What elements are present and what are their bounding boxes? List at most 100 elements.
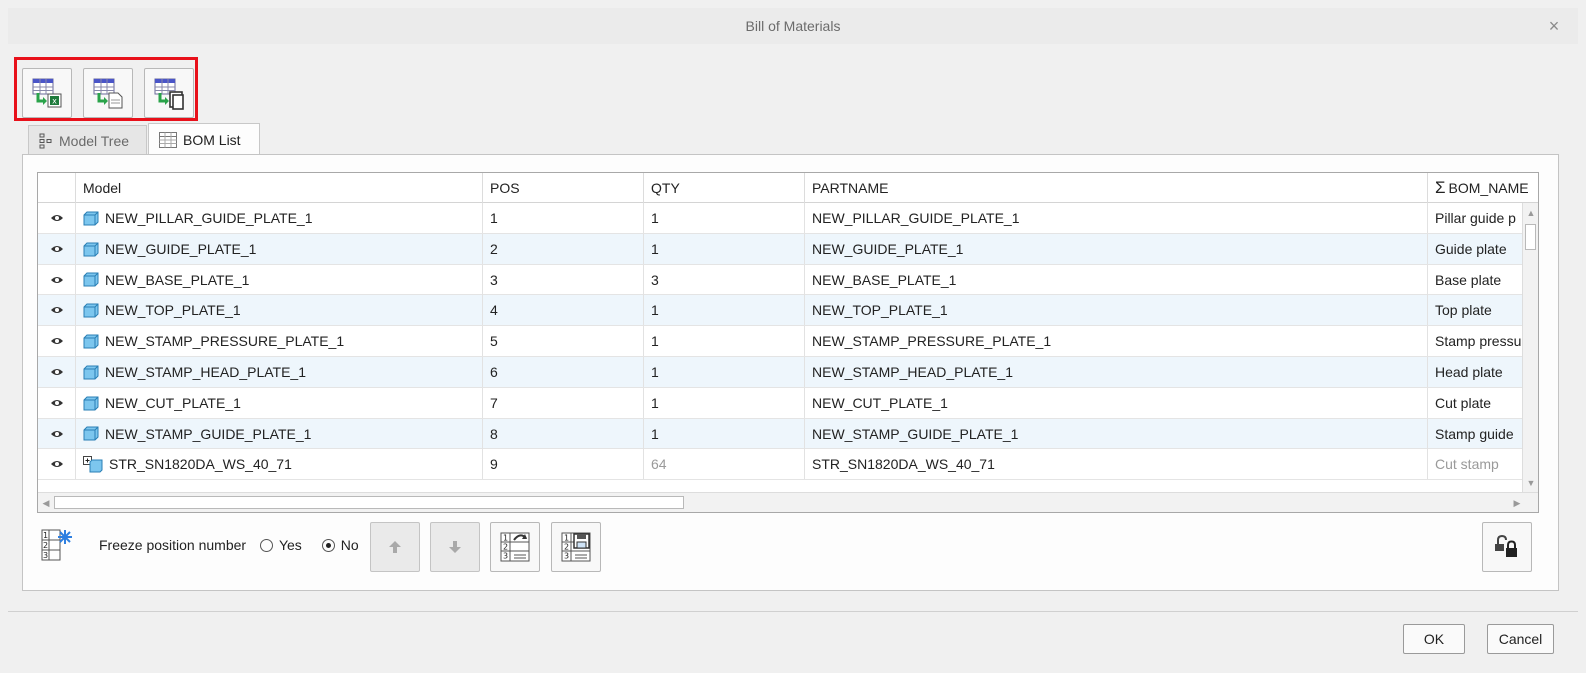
footer-separator [8, 611, 1578, 612]
eye-icon[interactable] [38, 295, 76, 326]
table-row[interactable]: NEW_STAMP_GUIDE_PLATE_1 8 1 NEW_STAMP_GU… [38, 418, 1524, 450]
cancel-button[interactable]: Cancel [1487, 624, 1554, 654]
qty-value: 1 [644, 356, 805, 387]
eye-icon[interactable] [38, 387, 76, 418]
table-row[interactable]: NEW_PILLAR_GUIDE_PLATE_1 1 1 NEW_PILLAR_… [38, 203, 1524, 234]
vertical-scroll-thumb[interactable] [1525, 224, 1536, 250]
ok-button[interactable]: OK [1403, 624, 1465, 654]
qty-value: 64 [644, 449, 805, 480]
partname-value: NEW_CUT_PLATE_1 [805, 387, 1428, 418]
scroll-up-icon[interactable]: ▲ [1523, 205, 1538, 221]
unlock-icon [1495, 534, 1517, 557]
column-header-bom-name[interactable]: Σ BOM_NAME [1428, 173, 1538, 203]
pos-value: 8 [483, 418, 644, 449]
eye-icon[interactable] [38, 203, 76, 233]
eye-icon[interactable] [38, 326, 76, 357]
part-icon [83, 272, 99, 287]
column-header-pos[interactable]: POS [483, 173, 644, 203]
svg-text:3: 3 [43, 551, 48, 560]
eye-icon[interactable] [38, 449, 76, 480]
part-icon [83, 365, 99, 380]
table-row[interactable]: STR_SN1820DA_WS_40_71 9 64 STR_SN1820DA_… [38, 449, 1524, 481]
eye-icon[interactable] [38, 356, 76, 387]
pos-value: 1 [483, 203, 644, 233]
export-excel-button[interactable]: x [22, 68, 72, 118]
table-row[interactable]: NEW_TOP_PLATE_1 4 1 NEW_TOP_PLATE_1 Top … [38, 295, 1524, 327]
svg-text:2: 2 [43, 541, 48, 550]
svg-text:1: 1 [564, 534, 569, 543]
model-name: NEW_TOP_PLATE_1 [105, 302, 241, 319]
export-text-button[interactable] [83, 68, 133, 118]
export-copy-button[interactable] [144, 68, 194, 118]
dialog-title: Bill of Materials [745, 18, 841, 34]
qty-value: 3 [644, 264, 805, 295]
scroll-left-icon[interactable]: ◀ [39, 495, 53, 511]
move-up-button[interactable] [370, 522, 420, 572]
eye-icon[interactable] [38, 418, 76, 449]
bom-name-value: Guide plate [1435, 240, 1507, 257]
tab-bom-list[interactable]: BOM List [148, 123, 260, 154]
vertical-scrollbar[interactable]: ▲ ▼ [1522, 203, 1538, 493]
freeze-yes-radio[interactable] [259, 538, 273, 552]
partname-value: NEW_BASE_PLATE_1 [805, 264, 1428, 295]
svg-text:3: 3 [564, 552, 569, 561]
pos-value: 3 [483, 264, 644, 295]
partname-value: NEW_STAMP_HEAD_PLATE_1 [805, 356, 1428, 387]
pos-value: 6 [483, 356, 644, 387]
eye-icon[interactable] [38, 233, 76, 264]
bom-name-value: Cut stamp [1435, 456, 1499, 473]
model-name: NEW_STAMP_GUIDE_PLATE_1 [105, 425, 312, 442]
column-header-visibility[interactable] [38, 173, 76, 203]
freeze-position-label: Freeze position number [99, 537, 247, 553]
renumber-button[interactable]: 1 2 3 [490, 522, 540, 572]
model-name: NEW_STAMP_HEAD_PLATE_1 [105, 363, 306, 380]
tab-model-tree[interactable]: Model Tree [28, 125, 147, 155]
renumber-icon: 1 2 3 [500, 532, 530, 562]
assembly-icon[interactable] [83, 456, 103, 473]
eye-icon[interactable] [38, 264, 76, 295]
column-header-qty[interactable]: QTY [644, 173, 805, 203]
lock-button[interactable] [1482, 522, 1532, 572]
svg-text:1: 1 [503, 534, 508, 543]
freeze-no-radio[interactable] [321, 538, 335, 552]
column-header-partname[interactable]: PARTNAME [805, 173, 1428, 203]
svg-text:x: x [52, 97, 57, 106]
qty-value: 1 [644, 418, 805, 449]
horizontal-scroll-thumb[interactable] [54, 496, 684, 509]
svg-text:2: 2 [503, 543, 508, 552]
partname-value: NEW_PILLAR_GUIDE_PLATE_1 [805, 203, 1428, 233]
close-icon[interactable]: × [1544, 8, 1564, 44]
qty-value: 1 [644, 233, 805, 264]
save-positions-button[interactable]: 1 2 3 [551, 522, 601, 572]
export-excel-icon: x [32, 78, 62, 108]
table-row[interactable]: NEW_STAMP_HEAD_PLATE_1 6 1 NEW_STAMP_HEA… [38, 356, 1524, 388]
export-text-icon [93, 78, 123, 109]
partname-value: NEW_STAMP_GUIDE_PLATE_1 [805, 418, 1428, 449]
freeze-no-label[interactable]: No [341, 537, 359, 553]
table-icon [159, 132, 177, 148]
scroll-right-icon[interactable]: ▶ [1510, 495, 1524, 511]
partname-value: NEW_GUIDE_PLATE_1 [805, 233, 1428, 264]
part-icon [83, 334, 99, 349]
column-header-bom-name-label: BOM_NAME [1448, 180, 1529, 196]
horizontal-scrollbar[interactable]: ◀ ▶ [38, 492, 1538, 512]
scroll-down-icon[interactable]: ▼ [1523, 475, 1538, 491]
qty-value: 1 [644, 387, 805, 418]
table-row[interactable]: NEW_STAMP_PRESSURE_PLATE_1 5 1 NEW_STAMP… [38, 326, 1524, 357]
export-toolbar: x [14, 57, 198, 121]
freeze-yes-label[interactable]: Yes [279, 537, 302, 553]
tab-model-tree-label: Model Tree [59, 132, 130, 149]
table-row[interactable]: NEW_GUIDE_PLATE_1 2 1 NEW_GUIDE_PLATE_1 … [38, 233, 1524, 265]
table-row[interactable]: NEW_CUT_PLATE_1 7 1 NEW_CUT_PLATE_1 Cut … [38, 387, 1524, 419]
svg-text:3: 3 [503, 552, 508, 561]
table-row[interactable]: NEW_BASE_PLATE_1 3 3 NEW_BASE_PLATE_1 Ba… [38, 264, 1524, 296]
column-header-model[interactable]: Model [76, 173, 483, 203]
model-name: NEW_GUIDE_PLATE_1 [105, 240, 257, 257]
save-positions-icon: 1 2 3 [561, 532, 591, 562]
bom-name-value: Stamp pressu [1435, 333, 1522, 350]
partname-value: STR_SN1820DA_WS_40_71 [805, 449, 1428, 480]
move-down-button[interactable] [430, 522, 480, 572]
pos-value: 5 [483, 326, 644, 357]
qty-value: 1 [644, 295, 805, 326]
sum-icon: Σ [1435, 178, 1446, 197]
